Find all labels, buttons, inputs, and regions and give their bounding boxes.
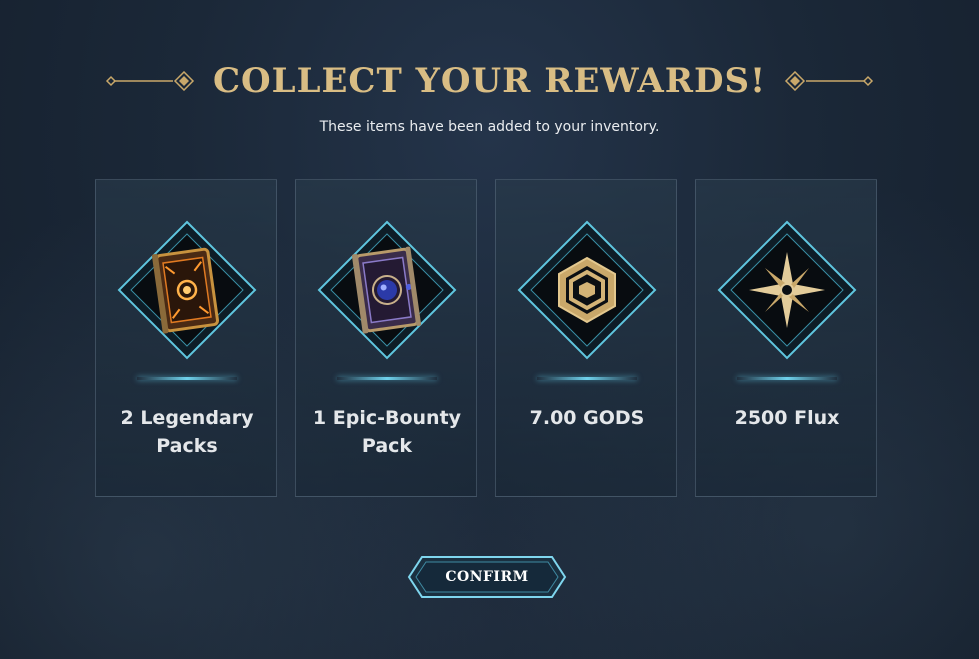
reward-label: 2500 Flux xyxy=(734,407,840,429)
confirm-button[interactable]: CONFIRM xyxy=(406,554,568,600)
reward-card: 1 Epic-Bounty Pack xyxy=(295,179,477,497)
reward-card: 7.00 GODS xyxy=(495,179,677,497)
left-ornament-icon xyxy=(105,71,195,91)
reward-label: 2 Legendary Packs xyxy=(120,407,254,457)
reward-label: 1 Epic-Bounty Pack xyxy=(312,407,462,457)
title-row: COLLECT YOUR REWARDS! xyxy=(0,58,979,104)
epic-bounty-pack-icon xyxy=(317,220,457,360)
right-ornament-icon xyxy=(784,71,874,91)
gods-token-icon xyxy=(517,220,657,360)
legendary-pack-icon xyxy=(117,220,257,360)
card-divider xyxy=(537,377,637,380)
card-divider xyxy=(337,377,437,380)
page-subtitle: These items have been added to your inve… xyxy=(319,119,660,135)
confirm-button-label: CONFIRM xyxy=(445,569,529,585)
flux-star-icon xyxy=(717,220,857,360)
reward-card: 2 Legendary Packs xyxy=(95,179,277,497)
card-divider xyxy=(137,377,237,380)
reward-card: 2500 Flux xyxy=(695,179,877,497)
card-divider xyxy=(737,377,837,380)
page-title: COLLECT YOUR REWARDS! xyxy=(212,61,766,101)
reward-label: 7.00 GODS xyxy=(529,407,645,429)
